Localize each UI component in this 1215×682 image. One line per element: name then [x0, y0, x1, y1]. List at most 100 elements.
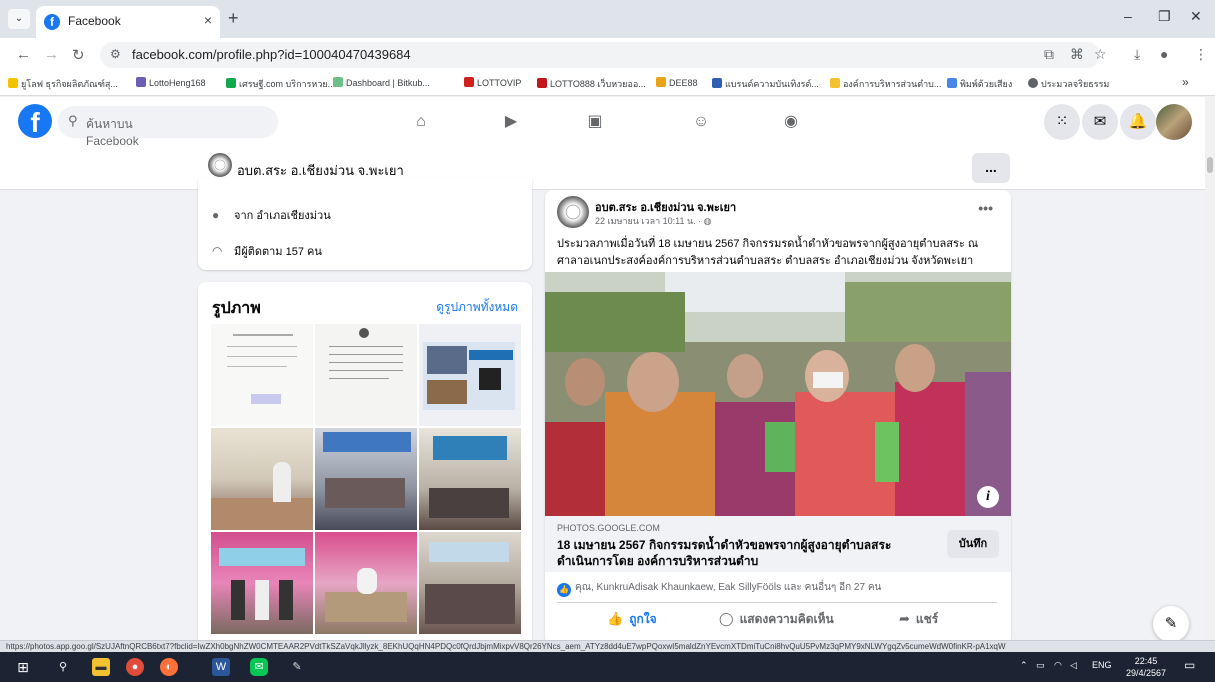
photo-thumbnail[interactable]: [419, 532, 521, 634]
bookmark-item[interactable]: ยูโลฟ ธุรกิจผลิตภัณฑ์สุ...: [8, 77, 118, 91]
address-bar[interactable]: ⚙ facebook.com/profile.php?id=1000404704…: [100, 42, 1100, 68]
reactions-summary[interactable]: 👍 คุณ, KunkruAdisak Khaunkaew, Eak SillyF…: [557, 580, 881, 597]
tab-close-icon[interactable]: ×: [204, 12, 212, 28]
forward-icon[interactable]: →: [44, 46, 59, 63]
facebook-favicon-icon: f: [44, 14, 60, 30]
page-header-bar: อบต.สระ อ.เชียงม่วน จ.พะเยา ...: [0, 147, 1205, 190]
bookmark-item[interactable]: Dashboard | Bitkub...: [333, 77, 430, 88]
bookmark-item[interactable]: พิมพ์ด้วยเสียง: [947, 77, 1012, 91]
wifi-icon[interactable]: ◠: [1054, 660, 1062, 671]
notifications-bell-icon[interactable]: 🔔: [1120, 104, 1156, 140]
intro-card: ● จาก อำเภอเชียงม่วน ◠ มีผู้ติดตาม 157 คน: [198, 178, 532, 270]
marketplace-icon[interactable]: ▣: [582, 109, 608, 135]
post-author-avatar[interactable]: [557, 196, 589, 228]
download-icon[interactable]: ⤓: [1134, 46, 1140, 63]
groups-icon[interactable]: ☺: [688, 109, 714, 135]
photo-thumbnail[interactable]: [211, 324, 313, 426]
link-domain: PHOTOS.GOOGLE.COM: [557, 523, 660, 533]
home-icon[interactable]: ⌂: [408, 109, 434, 135]
page-scrollbar[interactable]: [1205, 97, 1215, 640]
translate-icon[interactable]: ⌘: [1070, 46, 1084, 63]
profile-avatar-icon[interactable]: ●: [1160, 46, 1168, 62]
system-clock[interactable]: 22:45 29/4/2567: [1126, 655, 1166, 679]
bookmarks-overflow-icon[interactable]: »: [1182, 75, 1189, 89]
see-all-photos-link[interactable]: ดูรูปภาพทั้งหมด: [436, 298, 518, 317]
menu-grid-icon[interactable]: ⁙: [1044, 104, 1080, 140]
browser-toolbar: ← → ↻ ⚙ facebook.com/profile.php?id=1000…: [0, 38, 1215, 72]
cast-icon[interactable]: ⧉: [1044, 46, 1054, 63]
notification-center-icon[interactable]: ▭: [1184, 658, 1195, 672]
photo-thumbnail[interactable]: [315, 532, 417, 634]
new-tab-icon[interactable]: +: [228, 8, 239, 29]
post-options-icon[interactable]: •••: [978, 200, 993, 216]
site-info-icon[interactable]: ⚙: [110, 47, 121, 61]
save-button[interactable]: บันทึก: [947, 530, 999, 558]
post-photo-drawing: [545, 272, 1011, 516]
link-preview[interactable]: PHOTOS.GOOGLE.COM 18 เมษายน 2567 กิจกรรม…: [545, 516, 1011, 572]
photo-thumbnail[interactable]: [211, 532, 313, 634]
bookmark-item[interactable]: ประมวลจริยธรรม: [1028, 77, 1109, 91]
new-message-compose-icon[interactable]: ✎: [1153, 606, 1189, 642]
comment-button[interactable]: ◯ แสดงความคิดเห็น: [719, 610, 834, 629]
chrome-icon[interactable]: ●: [126, 658, 144, 676]
post-timestamp[interactable]: 22 เมษายน เวลา 10:11 น. · ◍: [595, 214, 712, 228]
battery-icon[interactable]: ▭: [1036, 660, 1045, 671]
photos-card: รูปภาพ ดูรูปภาพทั้งหมด: [198, 282, 532, 652]
tab-title: Facebook: [68, 14, 121, 28]
window-close-icon[interactable]: ✕: [1190, 8, 1202, 25]
like-reaction-icon: 👍: [557, 583, 571, 597]
share-button[interactable]: ➦ แชร์: [899, 610, 938, 629]
browser-tab[interactable]: f Facebook ×: [36, 6, 220, 38]
rss-icon: ◠: [212, 244, 223, 258]
minimize-icon[interactable]: –: [1124, 8, 1132, 24]
reload-icon[interactable]: ↻: [72, 46, 85, 64]
photo-thumbnail[interactable]: [419, 324, 521, 426]
post-image[interactable]: i: [545, 272, 1011, 516]
account-avatar[interactable]: [1156, 104, 1192, 140]
bookmark-star-icon[interactable]: ☆: [1094, 46, 1107, 63]
scrollbar-thumb[interactable]: [1207, 157, 1213, 173]
gaming-icon[interactable]: ◉: [778, 109, 804, 135]
word-icon[interactable]: W: [212, 658, 230, 676]
facebook-logo-icon[interactable]: f: [18, 104, 52, 138]
bookmark-item[interactable]: LottoHeng168: [136, 77, 206, 88]
photo-thumbnail[interactable]: [419, 428, 521, 530]
line-app-icon[interactable]: ✉: [250, 658, 268, 676]
photo-thumbnail[interactable]: [315, 324, 417, 426]
maximize-icon[interactable]: ❐: [1158, 8, 1171, 25]
windows-taskbar: ⊞ ⚲ ▬ ● ◐ W ✉ ✎ ⌃ ▭ ◠ ◁ ENG 22:45 29/4/2…: [0, 652, 1215, 682]
browser-menu-icon[interactable]: ⋮: [1194, 46, 1208, 63]
firefox-icon[interactable]: ◐: [160, 658, 178, 676]
input-language[interactable]: ENG: [1092, 660, 1112, 670]
bookmark-item[interactable]: เศรษฐี.com บริการหวย...: [226, 77, 335, 91]
address-url[interactable]: facebook.com/profile.php?id=100040470439…: [132, 47, 411, 62]
bookmark-item[interactable]: แบรนด์ความบันเทิงรด์...: [712, 77, 819, 91]
like-button[interactable]: 👍 ถูกใจ: [607, 610, 657, 629]
photo-thumbnail[interactable]: [211, 428, 313, 530]
page-more-button[interactable]: ...: [972, 153, 1010, 183]
location-pin-icon: ●: [212, 208, 220, 222]
browser-tab-bar: ⌄ f Facebook × + – ❐ ✕: [0, 0, 1215, 38]
video-icon[interactable]: ▶: [498, 109, 524, 135]
messenger-icon[interactable]: ✉: [1082, 104, 1118, 140]
windows-start-icon[interactable]: ⊞: [14, 658, 32, 676]
tab-search-chevron-icon[interactable]: ⌄: [8, 9, 30, 29]
volume-icon[interactable]: ◁: [1070, 660, 1077, 671]
paint-icon[interactable]: ✎: [288, 658, 306, 676]
photos-heading: รูปภาพ: [212, 300, 261, 317]
info-icon[interactable]: i: [977, 486, 999, 508]
page-seal-logo[interactable]: [208, 153, 232, 177]
bookmark-item[interactable]: DEE88: [656, 77, 698, 88]
bookmark-item[interactable]: องค์การบริหารส่วนตำบ...: [830, 77, 941, 91]
link-title[interactable]: 18 เมษายน 2567 กิจกรรมรดน้ำดำหัวขอพรจากผ…: [557, 537, 927, 569]
file-explorer-icon[interactable]: ▬: [92, 658, 110, 676]
back-icon[interactable]: ←: [16, 46, 31, 63]
bookmark-item[interactable]: LOTTO888 เว็บหวยออ...: [537, 77, 646, 91]
comment-icon: ◯: [719, 611, 734, 626]
public-globe-icon: ◍: [703, 216, 712, 226]
taskbar-search-icon[interactable]: ⚲: [54, 658, 72, 676]
tray-chevron-icon[interactable]: ⌃: [1020, 660, 1028, 671]
photo-thumbnail[interactable]: [315, 428, 417, 530]
facebook-search-input[interactable]: ⚲ ค้นหาบน Facebook: [58, 106, 278, 148]
bookmark-item[interactable]: LOTTOVIP: [464, 77, 521, 88]
